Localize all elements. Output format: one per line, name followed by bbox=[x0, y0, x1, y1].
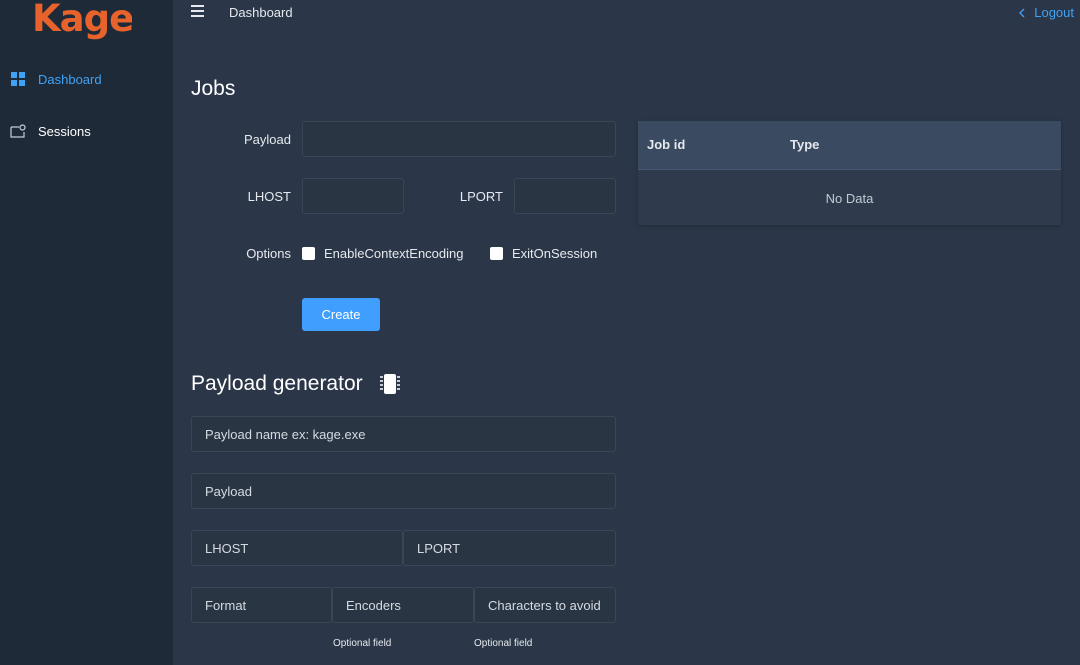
characters-to-avoid-input[interactable] bbox=[474, 587, 616, 623]
generator-payload-input[interactable] bbox=[191, 473, 616, 509]
table-header: Job id Type bbox=[638, 121, 1061, 170]
create-button[interactable]: Create bbox=[302, 298, 380, 331]
options-label: Options bbox=[246, 246, 291, 261]
enable-context-encoding-label: EnableContextEncoding bbox=[324, 246, 464, 261]
column-header-job-id: Job id bbox=[647, 137, 686, 152]
sidebar-item-label: Sessions bbox=[38, 123, 91, 139]
column-header-type: Type bbox=[790, 137, 820, 152]
breadcrumb: Dashboard bbox=[229, 5, 293, 20]
payload-label: Payload bbox=[244, 132, 291, 147]
chip-icon bbox=[379, 373, 401, 400]
exit-on-session-checkbox[interactable] bbox=[490, 247, 503, 260]
encoders-input[interactable] bbox=[332, 587, 474, 623]
lport-label: LPORT bbox=[459, 189, 503, 204]
jobs-payload-input[interactable] bbox=[302, 121, 616, 157]
sidebar-item-sessions[interactable]: Sessions bbox=[10, 123, 91, 139]
jobs-lport-input[interactable] bbox=[514, 178, 616, 214]
logout-label: Logout bbox=[1034, 5, 1074, 20]
empty-table-message: No Data bbox=[825, 191, 874, 206]
session-window-icon bbox=[10, 123, 26, 139]
logout-link[interactable]: Logout bbox=[1018, 5, 1074, 20]
chevron-left-icon bbox=[1019, 8, 1025, 17]
top-bar: Dashboard Logout bbox=[173, 0, 1080, 28]
jobs-title: Jobs bbox=[191, 77, 236, 100]
exit-on-session-label: ExitOnSession bbox=[512, 246, 598, 261]
svg-text:Kage: Kage bbox=[32, 0, 132, 40]
payload-generator-title: Payload generator bbox=[191, 372, 363, 395]
enable-context-encoding-checkbox[interactable] bbox=[302, 247, 315, 260]
lhost-label: LHOST bbox=[247, 189, 291, 204]
grid-icon bbox=[10, 71, 26, 87]
sidebar: Kage Dashboard Sessions bbox=[0, 0, 173, 665]
jobs-table: Job id Type No Data bbox=[638, 121, 1061, 225]
encoders-optional-hint: Optional field bbox=[333, 638, 392, 649]
hamburger-menu-icon[interactable] bbox=[191, 4, 205, 18]
kage-logo: Kage bbox=[32, 0, 132, 40]
payload-name-input[interactable] bbox=[191, 416, 616, 452]
characters-optional-hint: Optional field bbox=[474, 638, 533, 649]
jobs-lhost-input[interactable] bbox=[302, 178, 404, 214]
generator-lport-input[interactable] bbox=[403, 530, 616, 566]
generator-lhost-input[interactable] bbox=[191, 530, 403, 566]
sidebar-item-label: Dashboard bbox=[38, 71, 102, 87]
format-input[interactable] bbox=[191, 587, 332, 623]
sidebar-item-dashboard[interactable]: Dashboard bbox=[10, 71, 102, 87]
